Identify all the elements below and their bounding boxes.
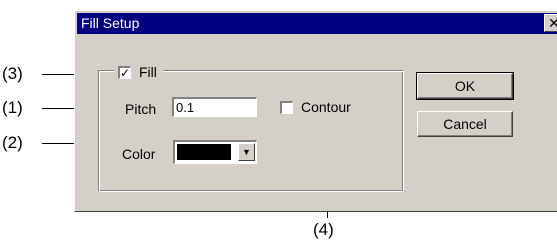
callout-3: (3)	[2, 64, 23, 83]
callout-1: (1)	[2, 98, 23, 117]
cancel-button[interactable]: Cancel	[417, 111, 513, 137]
check-icon: ✓	[120, 65, 131, 80]
dropdown-button[interactable]: ▼	[238, 143, 255, 161]
dialog-titlebar[interactable]: Fill Setup	[77, 13, 557, 34]
fill-groupbox	[98, 70, 404, 192]
callout-2: (2)	[2, 133, 23, 152]
pitch-input[interactable]: 0.1	[172, 97, 257, 117]
color-label: Color	[122, 146, 156, 162]
dialog-title: Fill Setup	[81, 15, 140, 31]
contour-checkbox-row[interactable]: Contour	[280, 99, 351, 115]
callout-4: (4)	[313, 220, 334, 239]
close-button[interactable]: ✕	[544, 14, 557, 32]
pitch-label: Pitch	[125, 101, 157, 117]
close-icon: ✕	[548, 15, 557, 31]
color-swatch	[177, 144, 231, 160]
chevron-down-icon: ▼	[242, 147, 251, 157]
fill-checkbox[interactable]: ✓	[118, 65, 131, 80]
contour-label: Contour	[301, 99, 351, 115]
contour-checkbox[interactable]	[280, 100, 293, 114]
fill-checkbox-row[interactable]: ✓ Fill	[114, 62, 163, 82]
pitch-value: 0.1	[176, 100, 195, 115]
fill-label: Fill	[139, 64, 157, 80]
ok-button[interactable]: OK	[416, 72, 514, 100]
color-dropdown[interactable]: ▼	[173, 140, 257, 164]
